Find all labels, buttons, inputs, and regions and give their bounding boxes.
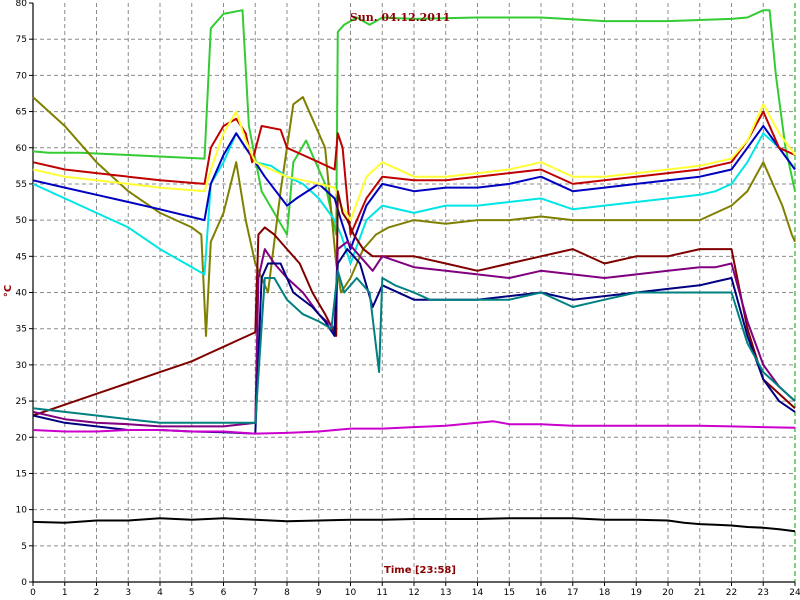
x-tick-label: 21 [694,588,705,598]
y-tick-label: 50 [16,216,28,226]
y-tick-label: 65 [16,108,27,118]
temperature-chart: 05101520253035404550556065707580 0123456… [3,0,800,598]
x-tick-label: 24 [789,588,800,598]
x-tick-label: 23 [758,588,769,598]
x-tick-label: 13 [440,588,451,598]
x-tick-label: 12 [408,588,419,598]
y-tick-label: 45 [16,252,27,262]
chart-axes [29,2,796,586]
y-tick-label: 5 [21,542,27,552]
y-tick-label: 10 [16,506,28,516]
y-tick-label: 35 [16,325,27,335]
y-tick-label: 55 [16,180,27,190]
y-tick-labels: 0 5 10 15 20 25 30 35 40 45 50 55 60 65 70 75 80 [16,0,28,588]
y-tick-label: 60 [16,144,28,154]
x-tick-label: 7 [252,588,258,598]
y-axis-label: °C [3,285,14,297]
x-tick-label: 3 [125,588,131,598]
y-tick-label: 25 [16,397,27,407]
y-tick-label: 75 [16,35,27,45]
x-tick-label: 18 [599,588,611,598]
y-tick-label: 30 [16,361,28,371]
y-tick-label: 40 [16,289,28,299]
x-tick-label: 15 [504,588,515,598]
x-tick-label: 16 [535,588,547,598]
x-tick-label: 9 [316,588,322,598]
x-axis-label: Time [23:58] [384,565,456,576]
x-tick-label: 10 [345,588,357,598]
y-tick-label: 0 [21,578,27,588]
y-tick-label: 70 [16,71,28,81]
y-tick-label: 80 [16,0,28,9]
x-tick-label: 22 [726,588,737,598]
chart-title: Sun. 04.12.2011 [350,11,451,24]
x-tick-label: 19 [631,588,643,598]
x-tick-label: 0 [30,588,36,598]
x-tick-label: 2 [94,588,100,598]
x-tick-label: 1 [62,588,68,598]
x-tick-label: 14 [472,588,484,598]
y-tick-label: 15 [16,469,27,479]
x-tick-label: 17 [567,588,578,598]
x-tick-label: 8 [284,588,290,598]
x-tick-label: 4 [157,588,163,598]
x-tick-labels: 0 1 2 3 4 5 6 7 8 9 10 11 12 13 14 15 16 17 18 19 20 21 22 23 24 [30,588,800,598]
x-tick-label: 5 [189,588,195,598]
y-tick-label: 20 [16,433,28,443]
x-tick-label: 11 [377,588,388,598]
x-tick-label: 20 [662,588,674,598]
x-tick-label: 6 [221,588,227,598]
